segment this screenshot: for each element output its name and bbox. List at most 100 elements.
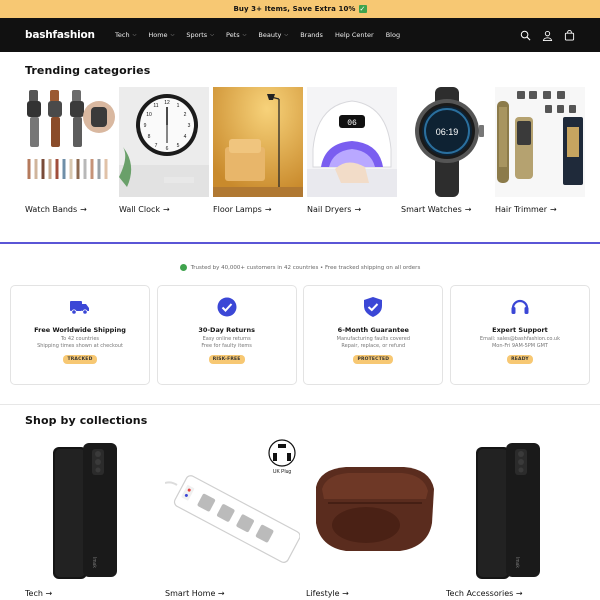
feature-card-returns: 30-Day Returns Easy online returns Free … — [156, 285, 297, 385]
chevron-down-icon: ⌵ — [132, 32, 137, 38]
svg-text:5: 5 — [177, 143, 180, 149]
collection-card-tech-accessories[interactable]: Imak Tech Accessories → — [446, 439, 586, 599]
nav-item-pets[interactable]: Pets ⌵ — [226, 31, 246, 39]
chevron-down-icon: ⌵ — [242, 32, 247, 38]
arrow-right-icon: → — [217, 589, 225, 598]
nav-item-blog[interactable]: Blog — [386, 31, 400, 39]
svg-text:9: 9 — [144, 123, 147, 129]
collection-card-smart-home[interactable]: UK Plug Smart Home → — [164, 439, 301, 599]
trust-line: Trusted by 40,000+ customers in 42 count… — [0, 264, 600, 271]
arrow-right-icon: → — [464, 205, 472, 214]
category-card-floor-lamps[interactable]: Floor Lamps → — [213, 87, 303, 214]
feature-title: 30-Day Returns — [198, 326, 255, 334]
feature-card-shipping: Free Worldwide Shipping To 42 countries … — [10, 285, 150, 385]
truck-icon — [70, 297, 90, 317]
category-card-wall-clock[interactable]: 12 6 9 3 12 45 7 8 10 11 Wall Clock → — [119, 87, 209, 214]
category-card-watch-bands[interactable]: Watch Bands → — [25, 87, 115, 214]
phone-brand-text: Imak — [514, 557, 520, 568]
category-card-smart-watches[interactable]: 06:19 Smart Watches → — [401, 87, 491, 214]
shield-check-icon — [363, 297, 383, 317]
collection-label: Smart Home — [165, 589, 216, 598]
nav-item-home[interactable]: Home ⌵ — [148, 31, 174, 39]
announcement-bar: Buy 3+ Items, Save Extra 10% ✓ — [0, 0, 600, 18]
svg-text:10: 10 — [146, 112, 152, 118]
svg-text:4: 4 — [184, 134, 187, 140]
cart-icon[interactable] — [564, 29, 575, 41]
collection-label: Tech — [25, 589, 43, 598]
nav-item-beauty[interactable]: Beauty ⌵ — [258, 31, 288, 39]
nav-item-brands[interactable]: Brands — [300, 31, 323, 39]
trending-section: Trending categories Watch Bands → 12 6 9… — [0, 52, 600, 214]
lamp-display-value: 06 — [347, 119, 357, 128]
uk-plug-label: UK Plug — [273, 469, 292, 475]
nav-item-tech[interactable]: Tech ⌵ — [115, 31, 136, 39]
floor-lamps-image — [213, 87, 303, 197]
section-divider — [0, 404, 600, 405]
collection-row: Imak Tech → UK Plug Smart Home → Lifesty… — [25, 439, 600, 599]
category-label: Floor Lamps — [213, 205, 262, 214]
feature-text: Manufacturing faults covered — [336, 336, 410, 342]
arrow-right-icon: → — [550, 205, 557, 214]
arrow-right-icon: → — [45, 589, 53, 598]
collections-title: Shop by collections — [25, 414, 148, 427]
category-label: Nail Dryers — [307, 205, 352, 214]
feature-text: Easy online returns — [202, 336, 251, 342]
uk-plug-icon — [268, 439, 296, 467]
chevron-down-icon: ⌵ — [210, 32, 214, 38]
shield-check-icon — [179, 264, 187, 271]
nav-item-sports[interactable]: Sports ⌵ — [186, 31, 214, 39]
feature-card-guarantee: 6-Month Guarantee Manufacturing faults c… — [303, 285, 444, 385]
lifestyle-image — [316, 467, 434, 551]
feature-text: Repair, replace, or refund — [341, 343, 406, 349]
svg-text:7: 7 — [155, 143, 158, 149]
category-label: Watch Bands — [25, 205, 78, 214]
feature-badge: PROTECTED — [353, 355, 394, 364]
tech-image: Imak — [53, 443, 117, 579]
headset-icon — [510, 297, 530, 317]
collection-card-tech[interactable]: Imak Tech → — [25, 439, 145, 599]
svg-text:12: 12 — [164, 100, 170, 106]
category-label: Hair Trimmer — [495, 205, 547, 214]
svg-text:2: 2 — [184, 112, 187, 118]
trust-text: Trusted by 40,000+ customers in 42 count… — [190, 264, 421, 271]
nav-item-help-center[interactable]: Help Center — [335, 31, 374, 39]
header-icons — [520, 29, 575, 41]
collection-card-lifestyle[interactable]: Lifestyle → — [306, 439, 446, 599]
arrow-right-icon: → — [515, 589, 523, 598]
section-divider — [0, 242, 600, 244]
tech-accessories-image: Imak — [476, 443, 540, 579]
feature-badge: RISK-FREE — [208, 355, 245, 364]
site-header: bashfashion Tech ⌵ Home ⌵ Sports ⌵ Pets ⌵ Be… — [0, 18, 600, 52]
category-card-nail-dryers[interactable]: 06 Nail Dryers → — [307, 87, 397, 214]
feature-title: Expert Support — [492, 326, 548, 334]
collection-label: Tech Accessories — [446, 589, 514, 598]
svg-text:11: 11 — [153, 103, 158, 109]
feature-title: 6-Month Guarantee — [337, 326, 409, 334]
svg-text:1: 1 — [177, 103, 180, 109]
account-icon[interactable] — [542, 30, 553, 41]
smart-watches-image: 06:19 — [401, 87, 491, 197]
collections-section: Shop by collections Imak Tech → UK Plug … — [25, 414, 600, 598]
watch-time-value: 06:19 — [436, 127, 459, 137]
feature-text: Free for faulty items — [201, 343, 252, 349]
site-logo[interactable]: bashfashion — [25, 29, 115, 41]
smart-home-image: UK Plug — [164, 439, 301, 563]
arrow-right-icon: → — [80, 205, 87, 214]
feature-title: Free Worldwide Shipping — [34, 326, 126, 334]
category-label: Smart Watches — [401, 205, 462, 214]
svg-text:6: 6 — [166, 146, 169, 152]
arrow-right-icon: → — [354, 205, 362, 214]
checkmark-circle-icon — [217, 297, 237, 317]
svg-text:8: 8 — [148, 134, 151, 140]
category-card-hair-trimmer[interactable]: Hair Trimmer → — [495, 87, 585, 214]
phone-brand-text: Imak — [91, 557, 97, 568]
collection-label: Lifestyle — [306, 589, 340, 598]
svg-text:3: 3 — [188, 123, 191, 129]
feature-text: To 42 countries — [60, 336, 100, 342]
checkmark-icon: ✓ — [358, 5, 367, 13]
search-icon[interactable] — [520, 30, 531, 41]
wall-clock-image: 12 6 9 3 12 45 7 8 10 11 — [119, 87, 209, 197]
feature-text: Shipping times shown at checkout — [37, 343, 123, 349]
feature-card-support: Expert Support Email: sales@bashfashion.… — [449, 285, 590, 385]
arrow-right-icon: → — [342, 589, 349, 598]
